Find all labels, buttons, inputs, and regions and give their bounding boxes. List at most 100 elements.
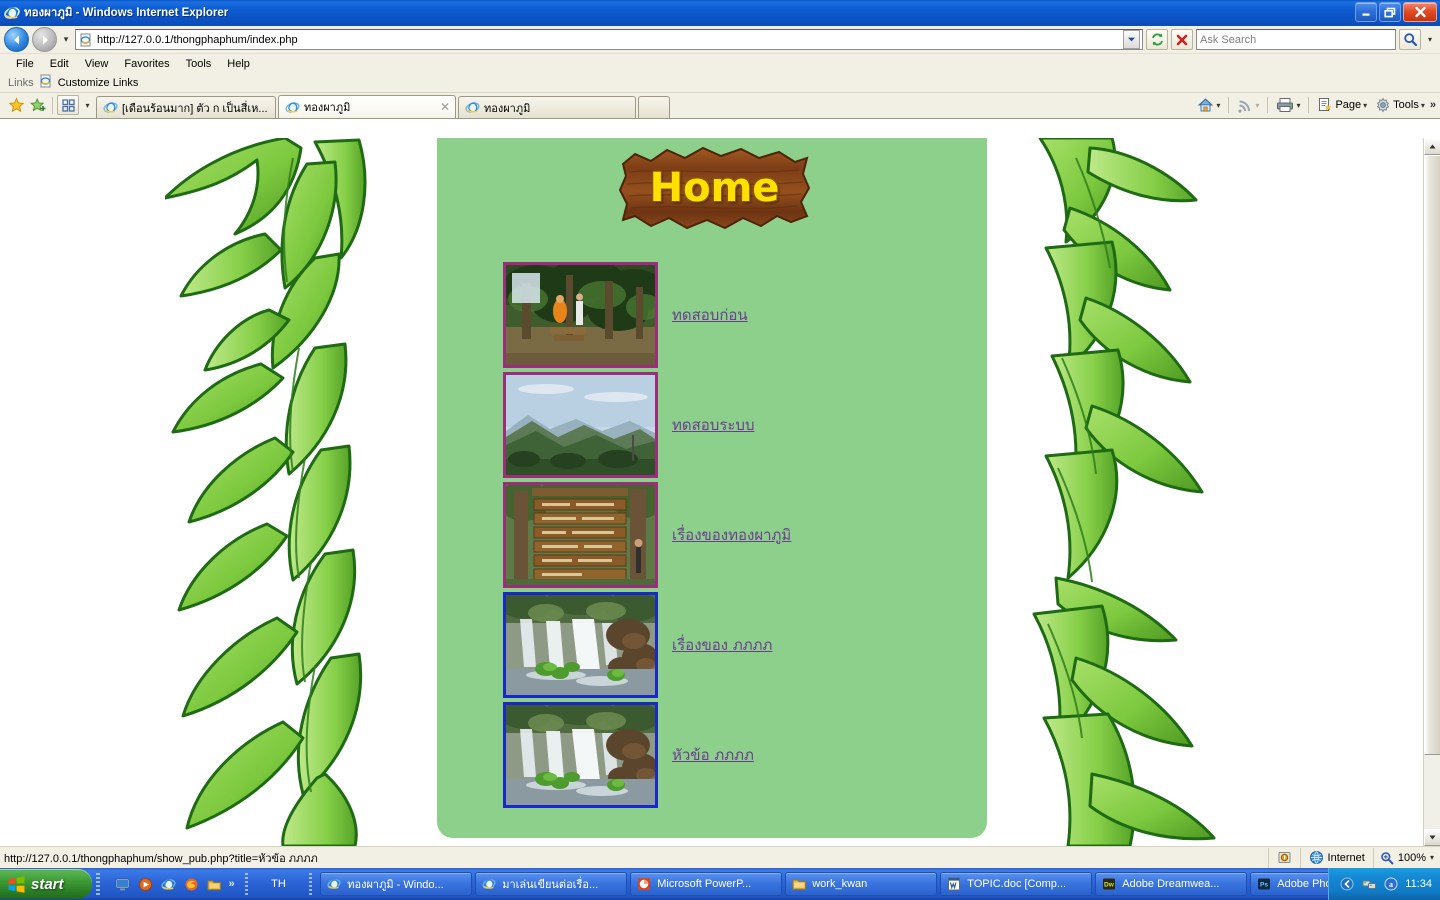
browser-tab-2[interactable]: ทองผาภูมิ ✕ (278, 95, 456, 118)
toolbar-grip[interactable] (308, 873, 313, 895)
tools-menu-button[interactable]: Tools ▾ (1372, 96, 1428, 114)
taskbar-button-4[interactable]: work_kwan (785, 872, 938, 896)
taskbar-button-1[interactable]: ทองผาภูมิ - Windo... (320, 872, 473, 896)
status-bar-zoom-level: 100% (1397, 851, 1426, 864)
status-bar-protected-mode (1267, 847, 1300, 868)
menu-help[interactable]: Help (219, 57, 258, 71)
browser-tab-1[interactable]: [เดือนร้อนมาก] ตัว ก เป็นสี่เห... (96, 96, 276, 118)
firefox-icon[interactable] (183, 876, 200, 893)
home-button[interactable]: ▾ (1194, 96, 1223, 115)
list-item: เรื่องของทองผาภูมิ (437, 480, 987, 590)
media-player-icon[interactable] (137, 876, 154, 893)
tab-label: ทองผาภูมิ (304, 102, 351, 114)
tools-menu-label: Tools (1393, 99, 1419, 111)
mountain-view-photo[interactable] (503, 372, 658, 478)
article-link[interactable]: ทดสอบก่อน (672, 306, 748, 324)
taskbar-clock[interactable]: 11:34 (1405, 878, 1432, 890)
toolbar-divider (1267, 97, 1269, 113)
list-item: ทดสอบก่อน (437, 260, 987, 370)
quick-launch-overflow-icon[interactable]: » (229, 878, 235, 890)
print-caret[interactable]: ▾ (1296, 101, 1300, 110)
zoom-caret[interactable]: ▾ (1430, 853, 1434, 862)
network-icon[interactable] (1361, 876, 1377, 892)
menu-edit[interactable]: Edit (42, 57, 77, 71)
search-box[interactable]: Ask Search (1196, 29, 1396, 50)
minimize-button[interactable] (1355, 2, 1377, 22)
page-favicon (78, 32, 93, 47)
status-bar-zone-label: Internet (1327, 851, 1365, 864)
article-link[interactable]: ทดสอบระบบ (672, 416, 754, 434)
vertical-scrollbar[interactable] (1423, 138, 1440, 846)
add-favorite-icon[interactable] (6, 95, 26, 115)
print-button[interactable]: ▾ (1273, 96, 1303, 114)
tab-list-caret[interactable]: ▾ (81, 95, 94, 115)
close-button[interactable] (1403, 2, 1437, 22)
status-bar-zoom[interactable]: 100% ▾ (1372, 847, 1440, 868)
list-item: เรื่องของ ภภภภ (437, 590, 987, 700)
menu-file[interactable]: File (8, 57, 42, 71)
list-item-link-wrap: เรื่องของทองผาภูมิ (672, 523, 791, 547)
search-go-button[interactable] (1399, 29, 1421, 50)
search-options-caret[interactable]: ▾ (1424, 35, 1436, 44)
home-caret[interactable]: ▾ (1216, 101, 1220, 110)
recent-pages-caret[interactable]: ▾ (60, 34, 72, 45)
address-dropdown-icon[interactable] (1123, 30, 1140, 49)
internet-explorer-icon (102, 100, 118, 116)
language-bar[interactable]: TH (252, 873, 304, 895)
tab-bar: ▾ [เดือนร้อนมาก] ตัว ก เป็นสี่เห... ทองผ… (0, 93, 1440, 119)
wooden-signpost-photo[interactable] (503, 482, 658, 588)
page-menu-button[interactable]: Page ▾ (1314, 96, 1370, 114)
customize-links-label[interactable]: Customize Links (58, 77, 139, 89)
waterfall-photo[interactable] (503, 702, 658, 808)
scroll-down-button[interactable] (1424, 829, 1440, 846)
toolbar-grip[interactable] (95, 873, 100, 895)
article-link[interactable]: หัวข้อ ภภภภ (672, 746, 754, 764)
stop-button[interactable] (1171, 29, 1193, 50)
scrollbar-thumb[interactable] (1424, 155, 1440, 755)
show-desktop-icon[interactable] (114, 876, 131, 893)
list-item: หัวข้อ ภภภภ (437, 700, 987, 810)
browser-tab-3[interactable]: ทองผาภูมิ (458, 96, 636, 118)
new-tab-button[interactable] (638, 96, 670, 118)
search-input-placeholder: Ask Search (1200, 33, 1257, 46)
taskbar-button-label: TOPIC.doc [Comp... (967, 878, 1067, 890)
windows-logo-icon (8, 875, 25, 893)
quick-tabs-button[interactable] (57, 95, 79, 115)
taskbar-button-label: work_kwan (812, 878, 868, 890)
taskbar-button-7[interactable]: Ps Adobe Photoshop... (1250, 872, 1329, 896)
taskbar-button-2[interactable]: มาเล่นเขียนต่อเรื่อ... (475, 872, 628, 896)
forward-button[interactable] (32, 27, 57, 52)
page-caret[interactable]: ▾ (1363, 101, 1367, 110)
internet-explorer-icon[interactable] (160, 876, 177, 893)
refresh-button[interactable] (1146, 29, 1168, 50)
menu-view[interactable]: View (77, 57, 117, 71)
restore-button[interactable] (1379, 2, 1401, 22)
security-icon[interactable]: a (1383, 876, 1399, 892)
back-button[interactable] (4, 27, 29, 52)
menu-favorites[interactable]: Favorites (116, 57, 177, 71)
article-link[interactable]: เรื่องของทองผาภูมิ (672, 526, 791, 544)
internet-explorer-icon (284, 99, 300, 115)
tools-caret[interactable]: ▾ (1421, 101, 1425, 110)
show-hidden-icons[interactable] (1339, 876, 1355, 892)
content-panel: Home ทดสอบก่อน ทดสอบระบบ เรื่องของทองผาภ… (437, 138, 987, 838)
window-title-bar[interactable]: ทองผาภูมิ - Windows Internet Explorer (0, 0, 1440, 26)
scroll-up-button[interactable] (1424, 138, 1440, 155)
waterfall-photo[interactable] (503, 592, 658, 698)
taskbar-button-5[interactable]: TOPIC.doc [Comp... (940, 872, 1093, 896)
feeds-button[interactable]: ▾ (1234, 96, 1262, 114)
address-bar[interactable]: http://127.0.0.1/thongphaphum/index.php (75, 29, 1143, 50)
taskbar-button-6[interactable]: Dw Adobe Dreamwea... (1095, 872, 1248, 896)
article-list: ทดสอบก่อน ทดสอบระบบ เรื่องของทองผาภูมิ เ… (437, 260, 987, 810)
favorites-center-icon[interactable] (28, 95, 48, 115)
menu-tools[interactable]: Tools (178, 57, 220, 71)
taskbar-button-3[interactable]: Microsoft PowerP... (630, 872, 783, 896)
folder-icon[interactable] (206, 876, 223, 893)
tree-canopy-photo[interactable] (503, 262, 658, 368)
toolbar-grip[interactable] (244, 873, 249, 895)
list-item-link-wrap: หัวข้อ ภภภภ (672, 743, 754, 767)
start-button[interactable]: start (0, 869, 92, 899)
toolbar-overflow-icon[interactable]: » (1430, 99, 1436, 111)
close-tab-icon[interactable]: ✕ (439, 100, 451, 114)
article-link[interactable]: เรื่องของ ภภภภ (672, 636, 772, 654)
